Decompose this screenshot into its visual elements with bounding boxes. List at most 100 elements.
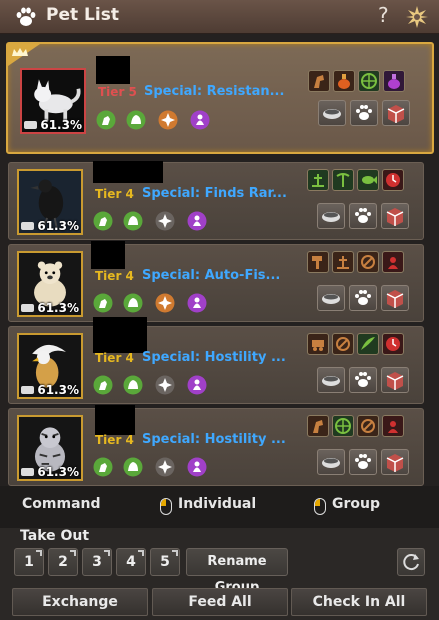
- skill-icon[interactable]: [93, 375, 113, 395]
- skill-icon[interactable]: [123, 457, 143, 477]
- skill-icon[interactable]: [190, 110, 210, 130]
- redacted-name: [95, 405, 135, 435]
- bowl-icon: [322, 294, 340, 304]
- pet-special: Special: Hostility ...: [142, 432, 286, 447]
- skill-icon[interactable]: [126, 110, 146, 130]
- window-title: Pet List: [46, 5, 119, 25]
- skill-icon[interactable]: [123, 375, 143, 395]
- feed-bowl-button[interactable]: [317, 285, 345, 311]
- pet-portrait-crow[interactable]: 61.3%: [17, 169, 83, 235]
- paw-icon: [355, 372, 371, 387]
- check-in-all-button[interactable]: Check In All: [291, 588, 427, 616]
- refresh-button[interactable]: [397, 548, 425, 576]
- skill-icon[interactable]: [96, 110, 116, 130]
- feed-bowl-button[interactable]: [317, 367, 345, 393]
- pet-list[interactable]: 61.3% Tier 5 Special: Resistan... 61.3% …: [0, 34, 439, 486]
- bag-icon: [21, 304, 34, 312]
- pet-tier: Tier 4: [95, 351, 134, 365]
- pet-special: Special: Hostility ...: [142, 350, 286, 365]
- skill-icon[interactable]: [158, 110, 178, 130]
- pet-exp: 61.3%: [37, 383, 79, 397]
- skill-icon[interactable]: [155, 211, 175, 231]
- trait-carriage-icon: [307, 333, 329, 355]
- group-slot-3[interactable]: 3: [82, 548, 112, 576]
- pet-seal-button[interactable]: [381, 285, 409, 311]
- trait-pickaxe-icon: [332, 169, 354, 191]
- skill-icon[interactable]: [155, 293, 175, 313]
- pet-tier: Tier 4: [95, 433, 134, 447]
- pet-exp: 61.3%: [40, 118, 82, 132]
- redacted-name: [96, 56, 130, 84]
- pet-command-button[interactable]: [350, 100, 378, 126]
- pet-card[interactable]: 61.3% Tier 4 Special: Hostility ...: [8, 405, 424, 486]
- group-slot-2[interactable]: 2: [48, 548, 78, 576]
- pet-seal-button[interactable]: [382, 100, 410, 126]
- redacted-name: [93, 161, 163, 183]
- pet-card[interactable]: 61.3% Tier 4 Special: Hostility ...: [8, 317, 424, 404]
- skill-icon[interactable]: [187, 293, 207, 313]
- pet-card[interactable]: 61.3% Tier 4 Special: Finds Rar...: [8, 161, 424, 240]
- skill-icon[interactable]: [93, 211, 113, 231]
- pet-command-button[interactable]: [349, 367, 377, 393]
- redacted-name: [93, 317, 147, 353]
- settings-gear-icon[interactable]: [405, 5, 429, 29]
- pet-seal-button[interactable]: [381, 367, 409, 393]
- pet-command-button[interactable]: [349, 203, 377, 229]
- feed-all-button[interactable]: Feed All: [152, 588, 288, 616]
- pet-seal-button[interactable]: [381, 449, 409, 475]
- skill-icon[interactable]: [93, 293, 113, 313]
- pet-command-button[interactable]: [349, 285, 377, 311]
- bowl-icon: [322, 458, 340, 468]
- crown-icon: [8, 44, 40, 66]
- trait-tool-icon: [332, 333, 354, 355]
- pet-seal-button[interactable]: [381, 203, 409, 229]
- box-icon: [386, 454, 404, 472]
- skill-icon[interactable]: [123, 293, 143, 313]
- skill-icon[interactable]: [187, 457, 207, 477]
- pet-portrait-eagle[interactable]: 61.3%: [17, 333, 83, 399]
- group-slot-1[interactable]: 1: [14, 548, 44, 576]
- pet-portrait-bear[interactable]: 61.3%: [17, 251, 83, 317]
- slot-number: 1: [24, 554, 34, 570]
- individual-label: Individual: [178, 496, 257, 512]
- trait-wing-icon: [357, 333, 379, 355]
- redacted-name: [91, 241, 125, 269]
- box-icon: [386, 372, 404, 390]
- skill-icon[interactable]: [123, 211, 143, 231]
- pet-tier: Tier 4: [95, 187, 134, 201]
- skill-icon[interactable]: [155, 375, 175, 395]
- trait-potion-icon: [333, 70, 355, 92]
- feed-bowl-button[interactable]: [317, 203, 345, 229]
- pet-command-button[interactable]: [349, 449, 377, 475]
- feed-bowl-button[interactable]: [317, 449, 345, 475]
- pet-card-selected[interactable]: 61.3% Tier 5 Special: Resistan...: [6, 42, 434, 154]
- pet-portrait-tiger[interactable]: 61.3%: [17, 415, 83, 481]
- skill-icon[interactable]: [187, 211, 207, 231]
- trait-horse-icon: [308, 70, 330, 92]
- pet-card[interactable]: 61.3% Tier 4 Special: Auto-Fis...: [8, 241, 424, 322]
- group-slot-4[interactable]: 4: [116, 548, 146, 576]
- slot-number: 3: [92, 554, 102, 570]
- pet-portrait-wolf[interactable]: 61.3%: [20, 68, 86, 134]
- help-button[interactable]: ?: [378, 3, 389, 27]
- group-slot-5[interactable]: 5: [150, 548, 180, 576]
- trait-gather-icon: [307, 169, 329, 191]
- group-label: Group: [332, 496, 381, 512]
- bag-icon: [24, 121, 37, 129]
- skill-icon[interactable]: [187, 375, 207, 395]
- pet-exp: 61.3%: [37, 301, 79, 315]
- paw-icon: [355, 454, 371, 469]
- skill-icon[interactable]: [93, 457, 113, 477]
- rename-group-button[interactable]: Rename Group: [186, 548, 288, 595]
- trait-clock-icon: [382, 169, 404, 191]
- mouse-right-icon: [314, 498, 326, 515]
- title-bar: Pet List ?: [0, 0, 439, 34]
- take-out-label: Take Out: [20, 528, 90, 544]
- exchange-button[interactable]: Exchange: [12, 588, 148, 616]
- bowl-icon: [322, 212, 340, 222]
- trait-tool-icon: [357, 251, 379, 273]
- skill-icon[interactable]: [155, 457, 175, 477]
- feed-bowl-button[interactable]: [318, 100, 346, 126]
- trait-flask-icon: [383, 70, 405, 92]
- bag-icon: [21, 386, 34, 394]
